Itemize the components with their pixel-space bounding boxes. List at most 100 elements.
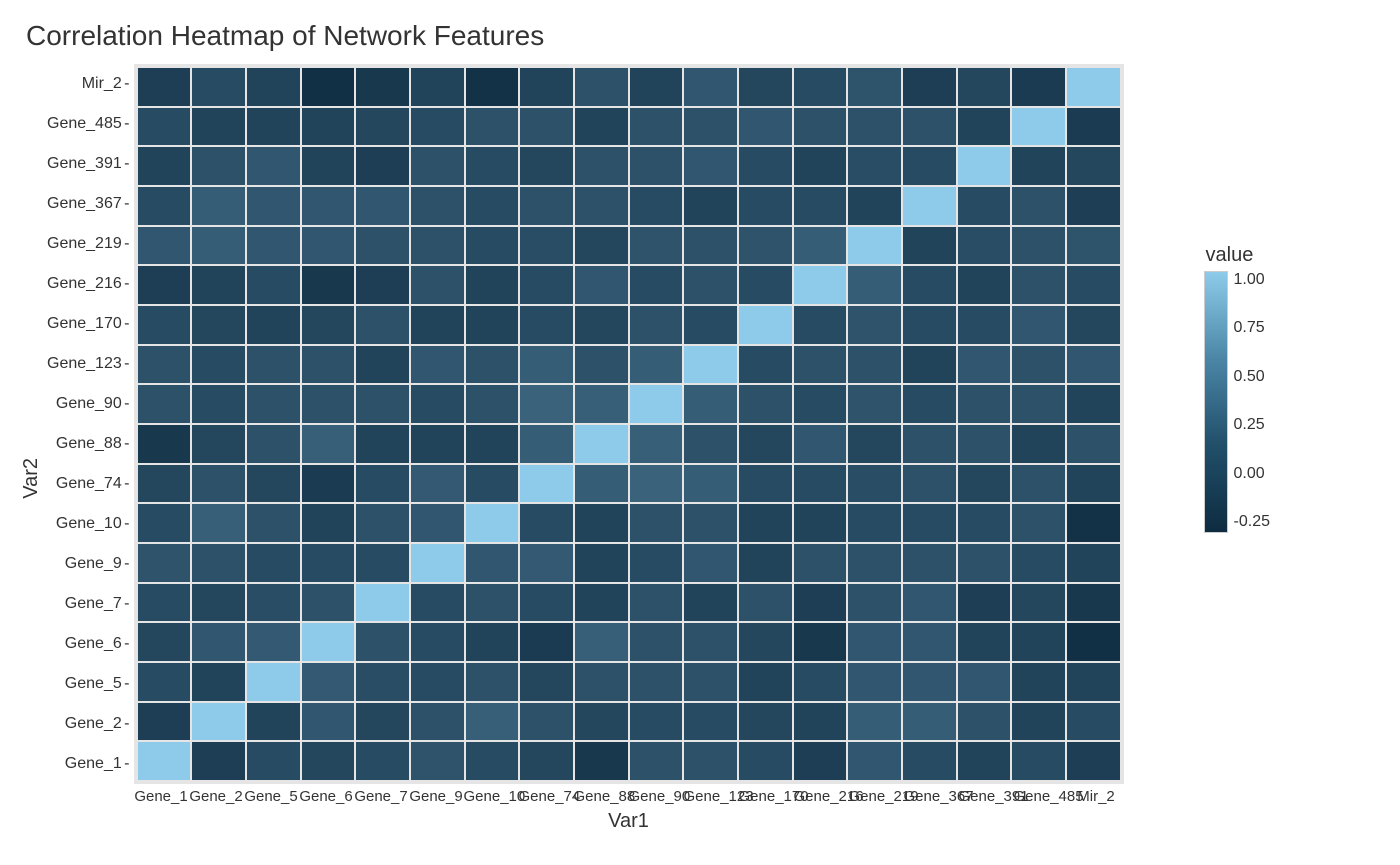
heatmap-cell (246, 662, 301, 702)
heatmap-cell (246, 226, 301, 266)
y-tick: Gene_6 (65, 624, 128, 664)
x-axis-ticks: Gene_1Gene_2Gene_5Gene_6Gene_7Gene_9Gene… (134, 788, 1124, 808)
heatmap-cell (191, 305, 246, 345)
heatmap-cell (957, 622, 1012, 662)
heatmap-cell (574, 107, 629, 147)
heatmap-cell (355, 741, 410, 781)
heatmap-cell (137, 583, 192, 623)
heatmap-cell (1066, 702, 1121, 742)
heatmap-cell (355, 424, 410, 464)
heatmap-cell (957, 345, 1012, 385)
y-tick: Gene_1 (65, 744, 128, 784)
heatmap-cell (301, 543, 356, 583)
heatmap-cell (629, 741, 684, 781)
heatmap-cell (301, 464, 356, 504)
heatmap-cell (465, 702, 520, 742)
heatmap-cell (191, 464, 246, 504)
heatmap-cell (519, 424, 574, 464)
heatmap-cell (793, 424, 848, 464)
heatmap-cell (301, 384, 356, 424)
heatmap-cell (301, 622, 356, 662)
x-tick: Gene_90 (629, 788, 684, 808)
heatmap-cell (902, 662, 957, 702)
heatmap-cell (574, 741, 629, 781)
legend-title: value (1206, 244, 1270, 267)
heatmap-cell (738, 662, 793, 702)
heatmap-cell (793, 345, 848, 385)
heatmap-cell (137, 67, 192, 107)
heatmap-cell (301, 702, 356, 742)
heatmap-cell (519, 305, 574, 345)
heatmap-cell (355, 186, 410, 226)
heatmap-cell (465, 345, 520, 385)
heatmap-cell (574, 622, 629, 662)
y-tick: Gene_216 (47, 264, 128, 304)
heatmap-cell (683, 384, 738, 424)
heatmap-cell (246, 305, 301, 345)
heatmap-cell (793, 384, 848, 424)
heatmap-cell (246, 503, 301, 543)
heatmap-cell (1066, 186, 1121, 226)
heatmap-cell (738, 67, 793, 107)
x-tick: Gene_123 (684, 788, 739, 808)
heatmap-cell (1066, 464, 1121, 504)
heatmap-cell (1011, 583, 1066, 623)
heatmap-cell (355, 503, 410, 543)
y-axis-label: Var2 (20, 398, 43, 499)
heatmap-cell (738, 583, 793, 623)
heatmap-cell (793, 464, 848, 504)
heatmap-cell (301, 146, 356, 186)
heatmap-cell (629, 622, 684, 662)
heatmap-cell (629, 265, 684, 305)
heatmap-chart: Correlation Heatmap of Network Features … (20, 20, 1380, 833)
y-tick: Gene_219 (47, 224, 128, 264)
heatmap-cell (629, 503, 684, 543)
x-tick: Gene_485 (1014, 788, 1069, 808)
heatmap-cell (738, 741, 793, 781)
heatmap-cell (519, 67, 574, 107)
heatmap-cell (191, 226, 246, 266)
y-tick: Gene_391 (47, 144, 128, 184)
heatmap-cell (683, 67, 738, 107)
heatmap-cell (191, 186, 246, 226)
heatmap-cell (246, 146, 301, 186)
heatmap-cell (793, 226, 848, 266)
heatmap-cell (902, 107, 957, 147)
heatmap-cell (683, 543, 738, 583)
heatmap-cell (629, 67, 684, 107)
heatmap-cell (738, 226, 793, 266)
heatmap-cell (191, 543, 246, 583)
heatmap-cell (137, 345, 192, 385)
heatmap-cell (1011, 345, 1066, 385)
heatmap-cell (683, 265, 738, 305)
heatmap-cell (1011, 384, 1066, 424)
heatmap-cell (1066, 741, 1121, 781)
y-tick: Gene_90 (56, 384, 128, 424)
x-tick: Gene_170 (739, 788, 794, 808)
heatmap-cell (1011, 464, 1066, 504)
heatmap-cell (410, 345, 465, 385)
heatmap-cell (902, 424, 957, 464)
heatmap-cell (957, 702, 1012, 742)
heatmap-cell (137, 503, 192, 543)
x-tick: Gene_391 (959, 788, 1014, 808)
heatmap-cell (465, 186, 520, 226)
heatmap-cell (1011, 107, 1066, 147)
heatmap-cell (847, 424, 902, 464)
heatmap-cell (902, 503, 957, 543)
heatmap-cell (738, 543, 793, 583)
heatmap-cell (355, 265, 410, 305)
heatmap-cell (410, 583, 465, 623)
x-tick: Gene_367 (904, 788, 959, 808)
heatmap-cell (137, 305, 192, 345)
heatmap-cell (519, 384, 574, 424)
heatmap-cell (410, 702, 465, 742)
y-tick: Mir_2 (82, 64, 128, 104)
heatmap-cell (246, 702, 301, 742)
heatmap-cell (519, 503, 574, 543)
heatmap-cell (957, 384, 1012, 424)
heatmap-cell (355, 464, 410, 504)
heatmap-cell (629, 186, 684, 226)
heatmap-cell (137, 265, 192, 305)
heatmap-cell (137, 741, 192, 781)
